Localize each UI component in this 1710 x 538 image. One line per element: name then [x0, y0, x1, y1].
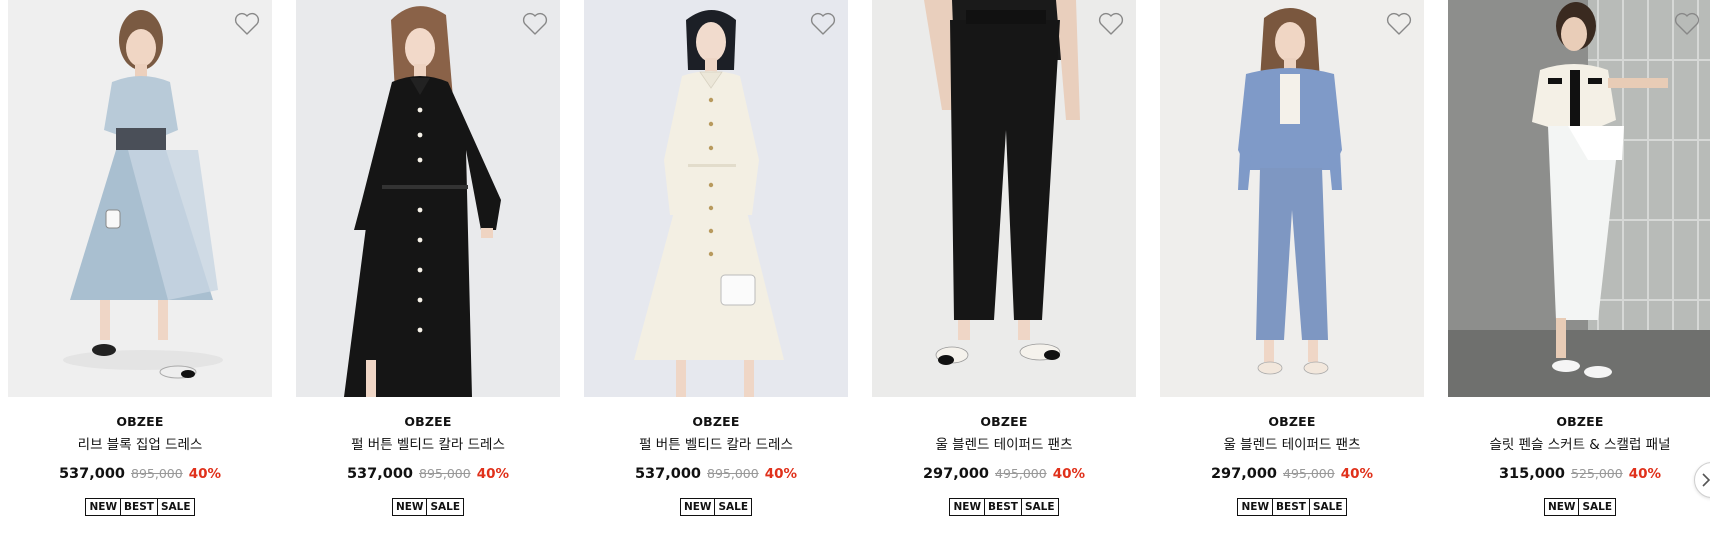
badge-sale: SALE	[1308, 499, 1346, 515]
price-row: 537,000 895,000 40%	[635, 464, 797, 484]
sale-price: 537,000	[346, 466, 413, 482]
product-brand: OBZEE	[980, 414, 1028, 429]
model-photo	[8, 0, 272, 397]
heart-outline-icon	[234, 12, 260, 35]
sale-price: 537,000	[634, 466, 701, 482]
discount-rate: 40%	[1340, 466, 1374, 482]
model-photo	[584, 0, 848, 397]
product-card[interactable]: OBZEE 울 블렌드 테이퍼드 팬츠 297,000 495,000 40% …	[872, 0, 1136, 516]
badge-new: NEW	[89, 501, 118, 513]
wishlist-button[interactable]	[1098, 12, 1124, 36]
heart-outline-icon	[1098, 12, 1124, 35]
sale-price: 297,000	[922, 466, 989, 482]
product-image[interactable]	[1448, 0, 1710, 397]
original-price: 495,000	[1283, 466, 1335, 481]
badge-new: NEW	[953, 501, 982, 513]
price-row: 297,000 495,000 40%	[923, 464, 1085, 484]
badge-sale: SALE	[1020, 499, 1058, 515]
product-track: OBZEE 리브 블록 집업 드레스 537,000 895,000 40% N…	[8, 0, 1710, 516]
product-brand: OBZEE	[692, 414, 740, 429]
discount-rate: 40%	[476, 466, 510, 482]
chevron-right-icon	[1702, 473, 1710, 487]
model-photo	[872, 0, 1136, 397]
product-image[interactable]	[296, 0, 560, 397]
sale-price: 315,000	[1498, 466, 1565, 482]
heart-outline-icon	[810, 12, 836, 35]
product-name[interactable]: 펄 버튼 벨티드 칼라 드레스	[639, 436, 793, 454]
original-price: 895,000	[131, 466, 183, 481]
badge-best: BEST	[120, 499, 157, 515]
badge-group: NEW BEST SALE	[85, 498, 195, 516]
product-brand: OBZEE	[1268, 414, 1316, 429]
badge-sale: SALE	[426, 499, 463, 515]
original-price: 495,000	[995, 466, 1047, 481]
wishlist-button[interactable]	[1674, 12, 1700, 36]
wishlist-button[interactable]	[810, 12, 836, 36]
badge-new: NEW	[1241, 501, 1270, 513]
product-card[interactable]: OBZEE 펄 버튼 벨티드 칼라 드레스 537,000 895,000 40…	[584, 0, 848, 516]
heart-outline-icon	[1674, 12, 1700, 35]
discount-rate: 40%	[1628, 466, 1662, 482]
product-image[interactable]	[872, 0, 1136, 397]
discount-rate: 40%	[764, 466, 798, 482]
product-name[interactable]: 울 블렌드 테이퍼드 팬츠	[935, 436, 1072, 454]
product-name[interactable]: 슬릿 펜슬 스커트 & 스캘럽 패널	[1489, 436, 1670, 454]
price-row: 537,000 895,000 40%	[347, 464, 509, 484]
badge-sale: SALE	[1578, 499, 1615, 515]
product-brand: OBZEE	[116, 414, 164, 429]
badge-new: NEW	[395, 501, 424, 513]
product-carousel: OBZEE 리브 블록 집업 드레스 537,000 895,000 40% N…	[0, 0, 1710, 538]
discount-rate: 40%	[1052, 466, 1086, 482]
product-image[interactable]	[584, 0, 848, 397]
badge-group: NEW BEST SALE	[949, 498, 1059, 516]
price-row: 315,000 525,000 40%	[1499, 464, 1661, 484]
wishlist-button[interactable]	[1386, 12, 1412, 36]
badge-new: NEW	[1547, 501, 1576, 513]
wishlist-button[interactable]	[234, 12, 260, 36]
model-photo	[1160, 0, 1424, 397]
price-row: 537,000 895,000 40%	[59, 464, 221, 484]
sale-price: 537,000	[58, 466, 125, 482]
badge-group: NEW SALE	[391, 498, 465, 516]
product-brand: OBZEE	[1556, 414, 1604, 429]
original-price: 895,000	[707, 466, 759, 481]
price-row: 297,000 495,000 40%	[1211, 464, 1373, 484]
badge-sale: SALE	[714, 499, 751, 515]
original-price: 525,000	[1571, 466, 1623, 481]
original-price: 895,000	[419, 466, 471, 481]
model-photo	[296, 0, 560, 397]
model-photo	[1448, 0, 1710, 397]
product-card[interactable]: OBZEE 리브 블록 집업 드레스 537,000 895,000 40% N…	[8, 0, 272, 516]
product-card[interactable]: OBZEE 펄 버튼 벨티드 칼라 드레스 537,000 895,000 40…	[296, 0, 560, 516]
product-image[interactable]	[8, 0, 272, 397]
sale-price: 297,000	[1210, 466, 1277, 482]
heart-outline-icon	[1386, 12, 1412, 35]
badge-group: NEW SALE	[679, 498, 753, 516]
badge-new: NEW	[683, 501, 712, 513]
badge-best: BEST	[1272, 499, 1309, 515]
heart-outline-icon	[522, 12, 548, 35]
badge-best: BEST	[984, 499, 1021, 515]
badge-group: NEW SALE	[1543, 498, 1617, 516]
product-card[interactable]: OBZEE 슬릿 펜슬 스커트 & 스캘럽 패널 315,000 525,000…	[1448, 0, 1710, 516]
product-image[interactable]	[1160, 0, 1424, 397]
wishlist-button[interactable]	[522, 12, 548, 36]
discount-rate: 40%	[188, 466, 222, 482]
badge-sale: SALE	[156, 499, 194, 515]
product-brand: OBZEE	[404, 414, 452, 429]
product-name[interactable]: 울 블렌드 테이퍼드 팬츠	[1223, 436, 1360, 454]
product-name[interactable]: 펄 버튼 벨티드 칼라 드레스	[351, 436, 505, 454]
product-name[interactable]: 리브 블록 집업 드레스	[78, 436, 203, 454]
product-card[interactable]: OBZEE 울 블렌드 테이퍼드 팬츠 297,000 495,000 40% …	[1160, 0, 1424, 516]
badge-group: NEW BEST SALE	[1237, 498, 1347, 516]
